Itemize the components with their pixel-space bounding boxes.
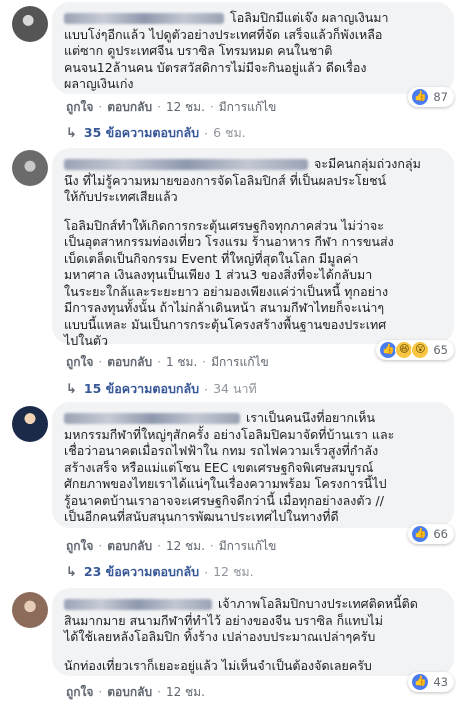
replies-count: 35 ข้อความตอบกลับ bbox=[83, 125, 200, 140]
comment-time[interactable]: 1 ชม. bbox=[166, 355, 197, 369]
reply-link[interactable]: ตอบกลับ bbox=[107, 100, 152, 114]
replies-time: 34 นาที bbox=[213, 381, 257, 396]
commenter-name[interactable] bbox=[64, 13, 224, 24]
reply-link[interactable]: ตอบกลับ bbox=[107, 539, 152, 553]
comment-bubble: เจ้าภาพโอลิมปิกบางประเทศติดหนี้ติด สินมา… bbox=[52, 588, 454, 676]
reaction-count-badge[interactable]: 👍 66 bbox=[408, 524, 454, 544]
view-replies-link[interactable]: ↳ 15 ข้อความตอบกลับ · 34 นาที bbox=[66, 379, 257, 399]
reply-link[interactable]: ตอบกลับ bbox=[107, 355, 152, 369]
view-replies-link[interactable]: ↳ 35 ข้อความตอบกลับ · 6 ชม. bbox=[66, 123, 246, 143]
comment-actions: ถูกใจ · ตอบกลับ · 12 ชม. · มีการแก้ไข bbox=[66, 100, 277, 114]
comment-time[interactable]: 12 ชม. bbox=[166, 539, 205, 553]
comment-actions: ถูกใจ · ตอบกลับ · 12 ชม. bbox=[66, 685, 205, 699]
like-reaction-icon: 👍 bbox=[411, 88, 430, 106]
comment-text: โอลิมปิกมีแต่เจ๊ง ผลาญเงินมา แบบโง่ๆอีกแ… bbox=[64, 10, 389, 91]
avatar[interactable] bbox=[12, 406, 48, 442]
like-link[interactable]: ถูกใจ bbox=[66, 685, 93, 699]
comment-bubble: เราเป็นคนนึงที่อยากเห็น มหกรรมกีฬาที่ใหญ… bbox=[52, 402, 454, 528]
avatar[interactable] bbox=[12, 6, 48, 42]
comment-text: โอลิมปิกส์ทำให้เกิดการกระตุ้นเศรษฐกิจทุก… bbox=[64, 217, 394, 349]
reaction-count-badge[interactable]: 👍 87 bbox=[408, 87, 454, 107]
comment-text: นักท่องเที่ยวเราก็เยอะอยู่แล้ว ไม่เห็นจำ… bbox=[64, 657, 372, 673]
commenter-name[interactable] bbox=[64, 159, 308, 170]
reaction-count-badge[interactable]: 👍 43 bbox=[408, 672, 454, 692]
comment-actions: ถูกใจ · ตอบกลับ · 1 ชม. · มีการแก้ไข bbox=[66, 355, 269, 369]
comment-text: เราเป็นคนนึงที่อยากเห็น มหกรรมกีฬาที่ใหญ… bbox=[64, 410, 395, 524]
edited-label[interactable]: มีการแก้ไข bbox=[219, 100, 277, 114]
reaction-count-badge[interactable]: 👍 😆 😮 65 bbox=[376, 340, 454, 360]
comment-time[interactable]: 12 ชม. bbox=[166, 685, 205, 699]
avatar[interactable] bbox=[12, 592, 48, 628]
like-link[interactable]: ถูกใจ bbox=[66, 100, 93, 114]
avatar[interactable] bbox=[12, 150, 48, 186]
edited-label[interactable]: มีการแก้ไข bbox=[219, 539, 277, 553]
replies-time: 12 ชม. bbox=[213, 564, 254, 579]
reply-link[interactable]: ตอบกลับ bbox=[107, 685, 152, 699]
commenter-name[interactable] bbox=[64, 413, 240, 424]
comment-bubble: โอลิมปิกมีแต่เจ๊ง ผลาญเงินมา แบบโง่ๆอีกแ… bbox=[52, 2, 454, 94]
replies-count: 15 ข้อความตอบกลับ bbox=[83, 381, 200, 396]
replies-time: 6 ชม. bbox=[213, 125, 246, 140]
replies-count: 23 ข้อความตอบกลับ bbox=[83, 564, 200, 579]
like-reaction-icon: 👍 bbox=[411, 525, 430, 543]
comment-text: เจ้าภาพโอลิมปิกบางประเทศติดหนี้ติด สินมา… bbox=[64, 596, 418, 644]
wow-reaction-icon: 😮 bbox=[411, 341, 430, 359]
commenter-name[interactable] bbox=[64, 599, 212, 610]
reply-arrow-icon: ↳ bbox=[66, 381, 77, 397]
view-replies-link[interactable]: ↳ 23 ข้อความตอบกลับ · 12 ชม. bbox=[66, 562, 254, 582]
like-link[interactable]: ถูกใจ bbox=[66, 539, 93, 553]
reply-arrow-icon: ↳ bbox=[66, 564, 77, 580]
edited-label[interactable]: มีการแก้ไข bbox=[211, 355, 269, 369]
comment-time[interactable]: 12 ชม. bbox=[166, 100, 205, 114]
comment-bubble: จะมีคนกลุ่มถ่วงกลุ่ม นึง ที่ไม่รู้ความหม… bbox=[52, 148, 454, 348]
reply-arrow-icon: ↳ bbox=[66, 125, 77, 141]
like-link[interactable]: ถูกใจ bbox=[66, 355, 93, 369]
comment-actions: ถูกใจ · ตอบกลับ · 12 ชม. · มีการแก้ไข bbox=[66, 539, 277, 553]
comment-text: จะมีคนกลุ่มถ่วงกลุ่ม นึง ที่ไม่รู้ความหม… bbox=[64, 156, 421, 204]
like-reaction-icon: 👍 bbox=[411, 673, 430, 691]
